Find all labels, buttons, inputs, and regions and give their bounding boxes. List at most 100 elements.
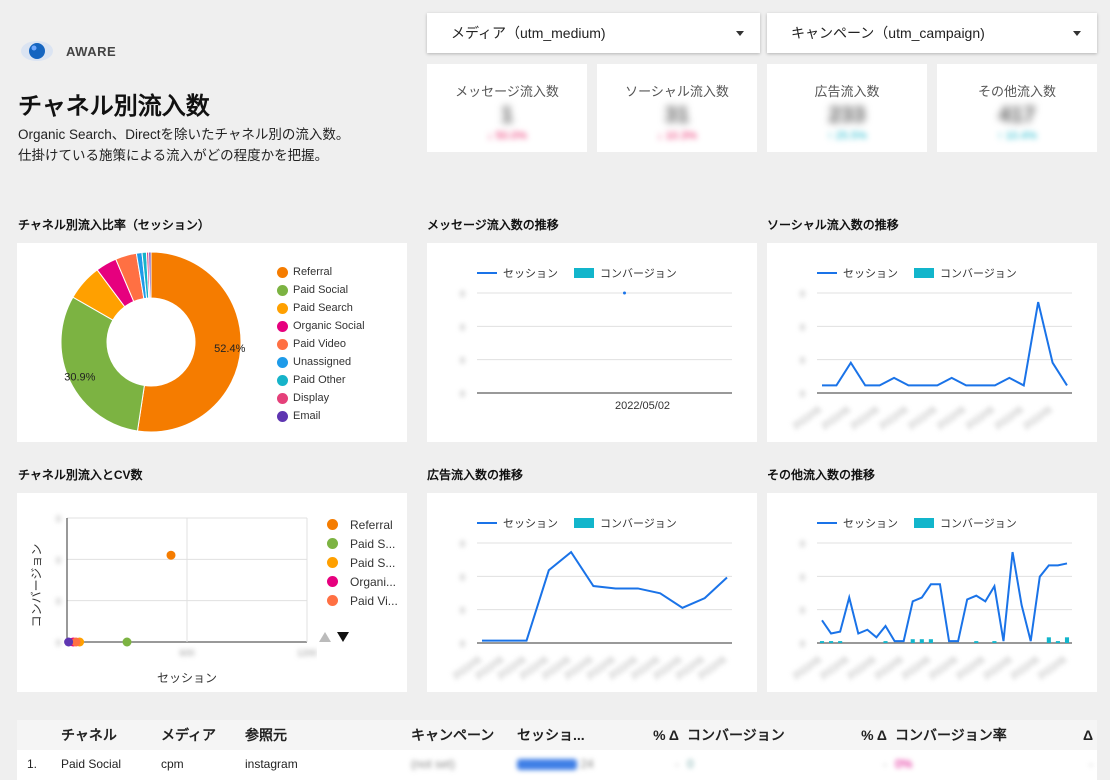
- session-point[interactable]: [623, 291, 626, 295]
- sessions-value: 24: [580, 757, 594, 771]
- kpi-label: その他流入数: [977, 84, 1056, 99]
- legend-label: Organi...: [350, 574, 397, 589]
- cell-conversions: 0: [687, 757, 694, 771]
- x-tick-label: 2022/05: [848, 404, 880, 431]
- row-index: 1.: [27, 757, 38, 771]
- y-tick-label: 0: [460, 322, 465, 332]
- conversion-bar[interactable]: [1055, 641, 1060, 643]
- x-tick-label: 2022/05: [964, 404, 996, 431]
- y-tick-label: 0: [800, 322, 805, 332]
- medium-filter-dropdown[interactable]: メディア（utm_medium): [427, 13, 760, 53]
- legend-item[interactable]: Paid Social: [277, 281, 365, 299]
- kpi-delta: ↑ 10.4%: [997, 130, 1037, 142]
- legend-item[interactable]: Referral: [277, 263, 365, 281]
- session-line[interactable]: [482, 550, 728, 642]
- legend-item[interactable]: Organic Social: [277, 317, 365, 335]
- kpi-value: 233: [828, 102, 866, 127]
- column-header[interactable]: セッショ...: [513, 720, 603, 750]
- legend-item[interactable]: Paid Other: [277, 371, 365, 389]
- legend-item[interactable]: Email: [277, 407, 365, 425]
- brand: AWARE: [20, 38, 116, 64]
- legend-dot: [277, 374, 288, 386]
- scatter-point[interactable]: [64, 637, 74, 647]
- conversion-bar[interactable]: [1046, 637, 1051, 643]
- brand-name: AWARE: [66, 43, 117, 59]
- y-tick-label: 0: [800, 639, 805, 649]
- legend-label: Paid Search: [293, 302, 353, 314]
- legend-item[interactable]: Unassigned: [277, 353, 365, 371]
- campaign-filter-dropdown[interactable]: キャンペーン（utm_campaign): [767, 13, 1097, 53]
- legend-label: Paid S...: [350, 555, 396, 570]
- kpi-value: 417: [998, 102, 1036, 127]
- conversion-bar[interactable]: [829, 641, 834, 643]
- session-line[interactable]: [821, 551, 1068, 643]
- legend-item[interactable]: Paid S...: [327, 534, 398, 553]
- page-description: Organic Search、Directを除いたチャネル別の流入数。 仕掛けて…: [18, 124, 349, 166]
- section-title: ソーシャル流入数の推移: [767, 218, 899, 232]
- legend-next-arrow-icon[interactable]: [337, 632, 349, 642]
- y-tick-label: 0: [460, 289, 465, 299]
- legend-label: Referral: [293, 266, 333, 278]
- column-header[interactable]: % Δ: [811, 720, 891, 750]
- conversion-bar[interactable]: [992, 641, 997, 643]
- legend-dot: [327, 538, 338, 549]
- description-line: Organic Search、Directを除いたチャネル別の流入数。: [18, 127, 350, 142]
- column-header[interactable]: チャネル: [57, 720, 157, 750]
- y-tick-label: 0: [800, 539, 805, 549]
- message-chart-card: セッション コンバージョン 0000 2022/05/02: [427, 243, 757, 442]
- table-row[interactable]: 1. Paid Social cpm instagram (not set) 2…: [17, 750, 1097, 778]
- legend-item[interactable]: Paid S...: [327, 553, 398, 572]
- kpi-delta: ↓ 50.0%: [487, 130, 527, 142]
- column-header[interactable]: キャンペーン: [407, 720, 513, 750]
- column-header[interactable]: % Δ: [603, 720, 683, 750]
- kpi-card-ad: 広告流入数 233 ↑ 25.5%: [767, 64, 927, 152]
- y-tick-label: 0: [800, 606, 805, 616]
- column-header[interactable]: メディア: [157, 720, 241, 750]
- x-tick-label: 2022/05: [1009, 654, 1041, 681]
- scatter-point[interactable]: [122, 637, 132, 647]
- conversion-bar[interactable]: [910, 639, 915, 643]
- pie-slice[interactable]: [60, 296, 145, 432]
- conversion-bar[interactable]: [928, 639, 933, 643]
- legend-label: Paid Vi...: [350, 593, 398, 608]
- kpi-label: ソーシャル流入数: [625, 84, 729, 99]
- x-tick-label: 600: [179, 648, 194, 658]
- kpi-value: 1: [500, 102, 514, 127]
- section-title: チャネル別流入とCV数: [18, 468, 143, 482]
- x-tick-label: 2022/05: [791, 404, 823, 431]
- scatter-point[interactable]: [166, 550, 176, 560]
- legend-prev-arrow-icon[interactable]: [319, 632, 331, 642]
- conversion-bar[interactable]: [919, 639, 924, 643]
- conversion-bar[interactable]: [819, 641, 825, 643]
- legend-item[interactable]: Paid Search: [277, 299, 365, 317]
- column-header[interactable]: Δ: [1051, 720, 1097, 750]
- x-tick-label: 2022/05: [993, 404, 1025, 431]
- section-title: 広告流入数の推移: [427, 468, 524, 482]
- session-line[interactable]: [822, 301, 1068, 387]
- column-header[interactable]: コンバージョン率: [891, 720, 1051, 750]
- legend-item[interactable]: Organi...: [327, 572, 398, 591]
- conversion-bar[interactable]: [1064, 637, 1070, 643]
- cell-channel: Paid Social: [61, 757, 122, 771]
- x-tick-label: 2022/05: [981, 654, 1013, 681]
- legend-dot: [327, 576, 338, 587]
- y-tick-label: 0: [56, 555, 61, 565]
- column-header[interactable]: 参照元: [241, 720, 407, 750]
- social-line-chart: 00002022/052022/052022/052022/052022/052…: [791, 289, 1072, 431]
- legend-label: Display: [293, 392, 330, 404]
- sessions-bar: [517, 759, 577, 771]
- conversion-bar[interactable]: [883, 641, 888, 643]
- conversion-bar[interactable]: [974, 641, 979, 643]
- legend-item[interactable]: Display: [277, 389, 365, 407]
- legend-item[interactable]: Referral: [327, 515, 398, 534]
- legend-label: Unassigned: [293, 356, 352, 368]
- legend-item[interactable]: Paid Video: [277, 335, 365, 353]
- x-tick-label: 2022/05: [906, 404, 938, 431]
- legend-dot: [277, 320, 288, 332]
- legend-item[interactable]: Paid Vi...: [327, 591, 398, 610]
- medium-filter-label: メディア（utm_medium): [451, 25, 606, 41]
- conversion-bar[interactable]: [838, 641, 843, 643]
- cell-medium: cpm: [161, 757, 184, 771]
- column-header[interactable]: コンバージョン: [683, 720, 811, 750]
- legend-dot: [327, 557, 338, 568]
